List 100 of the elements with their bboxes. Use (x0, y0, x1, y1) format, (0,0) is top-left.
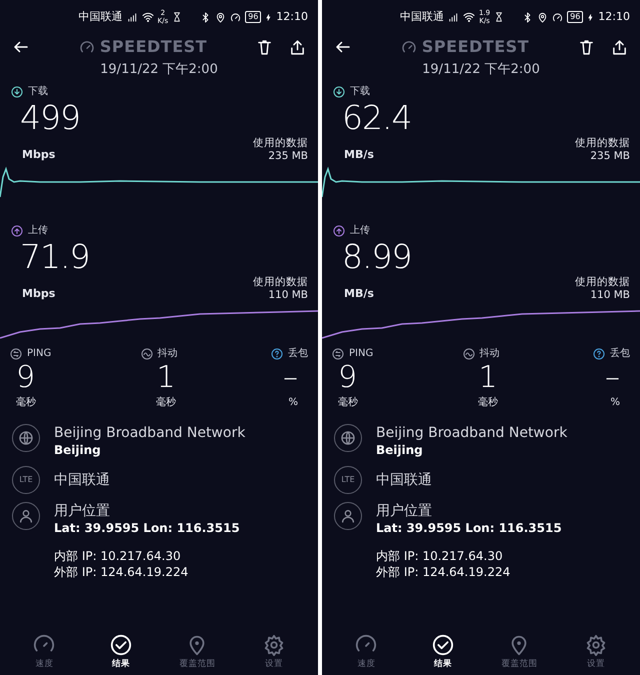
clock: 12:10 (276, 8, 308, 25)
speed-value: 8.99 (341, 238, 412, 276)
data-used-value: 110 MB (267, 289, 308, 302)
ping-icon (10, 348, 22, 360)
trash-icon (578, 38, 595, 56)
bluetooth-icon (522, 12, 534, 22)
stat-label: 抖动 (158, 346, 178, 361)
stat-label: PING (349, 347, 374, 361)
stat-value: 9 (15, 361, 36, 395)
speed-unit: Mbps (22, 286, 56, 302)
info-title: Beijing Broadband Network (54, 424, 246, 442)
bluetooth-icon (200, 12, 212, 22)
test-date: 19/11/22 下午2:00 (99, 61, 219, 79)
data-used-label: 使用的数据 (253, 137, 308, 150)
stat-value: 9 (337, 361, 358, 395)
speed-value: 499 (19, 99, 81, 137)
stat-unit: 毫秒 (15, 396, 37, 410)
stat-value: 1 (477, 361, 498, 395)
app-title: SPEEDTEST (100, 36, 208, 58)
stat-label: 抖动 (480, 346, 500, 361)
lightning-bolt-icon (265, 14, 272, 20)
app-title: SPEEDTEST (422, 36, 530, 58)
info-subtitle: Lat: 39.9595 Lon: 116.3515 (376, 520, 562, 536)
metric-label: 上传 (350, 224, 370, 238)
data-used-label: 使用的数据 (575, 137, 630, 150)
question-icon (593, 348, 605, 360)
stat-label: 丢包 (610, 346, 630, 361)
metric-label: 下载 (28, 84, 48, 99)
data-used-label: 使用的数据 (575, 276, 630, 289)
test-date: 19/11/22 下午2:00 (421, 61, 541, 79)
nav-tab[interactable]: 覆盖范围 (484, 634, 554, 671)
globe-icon (340, 430, 356, 446)
carrier-name: 中国联通 (78, 8, 122, 25)
delete-button[interactable] (256, 38, 273, 56)
info-title: 用户位置 (54, 502, 111, 520)
question-icon (271, 348, 283, 360)
stat-unit: % (609, 396, 621, 410)
nav-tab[interactable]: 设置 (238, 634, 309, 671)
battery-level: 96 (245, 11, 262, 23)
info-title: 用户位置 (376, 502, 433, 520)
ip-address: 内部 IP: 10.217.64.30 (376, 548, 504, 564)
signal-icon (448, 12, 459, 22)
stat-label: PING (27, 347, 52, 361)
settings-icon (262, 634, 285, 656)
network-type-badge: LTE (334, 466, 362, 494)
check-circle-icon (432, 634, 454, 656)
wave-icon (140, 348, 152, 360)
nav-tab[interactable]: 结果 (408, 634, 478, 671)
hourglass-icon (172, 12, 182, 22)
location-pin-icon (215, 12, 226, 22)
metric-label: 上传 (28, 224, 48, 238)
lightning-bolt-icon (587, 14, 594, 20)
speed-value: 71.9 (19, 238, 90, 276)
stat-value: – (604, 361, 621, 395)
nav-tab[interactable]: 设置 (560, 634, 631, 671)
nav-tab[interactable]: 速度 (9, 634, 80, 671)
stat-unit: 毫秒 (477, 396, 498, 410)
trash-icon (256, 38, 273, 56)
info-title: 中国联通 (54, 471, 110, 489)
signal-icon (126, 12, 138, 22)
info-subtitle: Lat: 39.9595 Lon: 116.3515 (54, 520, 240, 536)
speed-unit: MB/s (344, 146, 374, 162)
nav-tab[interactable]: 速度 (331, 634, 402, 671)
data-used-value: 110 MB (589, 289, 630, 302)
data-used-value: 235 MB (267, 150, 308, 163)
clock: 12:10 (598, 8, 630, 25)
stat-value: – (282, 361, 299, 395)
share-button[interactable] (611, 38, 628, 56)
speed-unit: Mbps (22, 146, 56, 162)
wave-icon (462, 348, 474, 360)
network-type-badge: LTE (12, 466, 40, 494)
data-used-value: 235 MB (589, 150, 630, 163)
gauge-icon (78, 39, 95, 55)
ping-icon (332, 348, 344, 360)
share-icon (289, 38, 306, 56)
settings-icon (584, 634, 607, 656)
share-button[interactable] (289, 38, 306, 56)
delete-button[interactable] (578, 38, 595, 56)
data-used-label: 使用的数据 (253, 276, 308, 289)
ip-address: 外部 IP: 124.64.19.224 (376, 564, 510, 580)
info-title: Beijing Broadband Network (376, 424, 568, 442)
nav-tab[interactable]: 覆盖范围 (162, 634, 232, 671)
wifi-icon (142, 11, 154, 23)
gauge-icon (400, 39, 417, 55)
stat-value: 1 (155, 361, 176, 395)
person-icon (18, 508, 34, 524)
stat-unit: % (287, 396, 299, 410)
carrier-name: 中国联通 (400, 8, 444, 25)
info-subtitle: Beijing (376, 442, 424, 458)
speed-value: 62.4 (341, 99, 412, 137)
wifi-icon (462, 11, 475, 23)
check-circle-icon (110, 634, 132, 656)
nav-tab[interactable]: 结果 (86, 634, 156, 671)
location-pin-icon (537, 12, 548, 22)
hourglass-icon (494, 12, 504, 22)
person-icon (340, 508, 356, 524)
globe-icon (18, 430, 34, 446)
share-icon (611, 38, 628, 56)
speed-unit: MB/s (344, 286, 374, 302)
info-subtitle: Beijing (54, 442, 102, 458)
